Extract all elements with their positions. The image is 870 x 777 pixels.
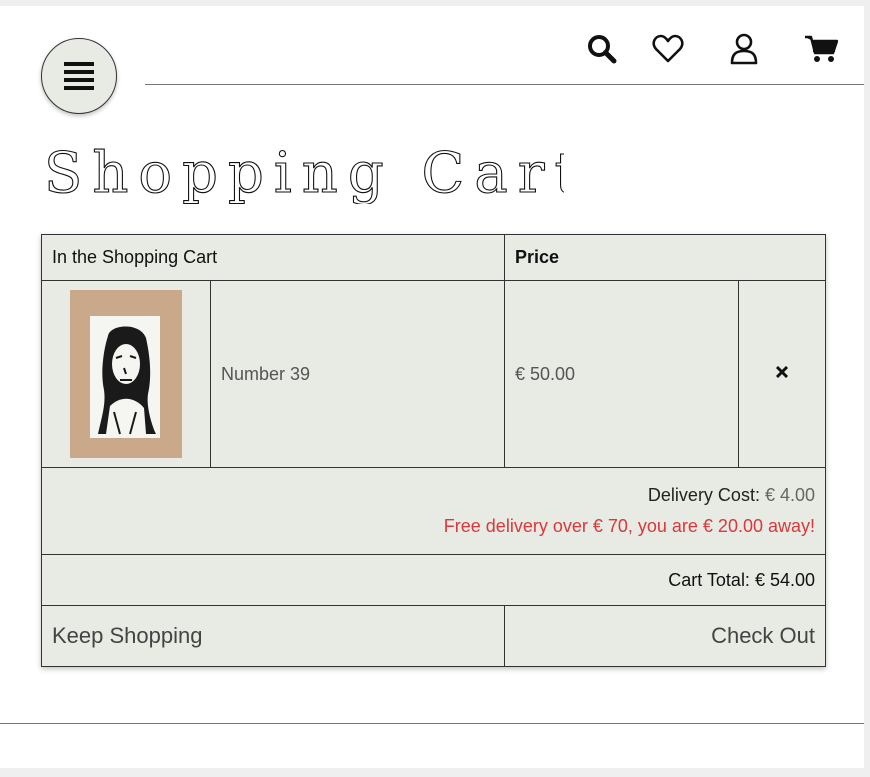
- search-icon: [588, 35, 617, 64]
- product-name[interactable]: Number 39: [210, 280, 505, 468]
- wishlist-button[interactable]: [651, 32, 685, 66]
- account-button[interactable]: [727, 32, 761, 66]
- page-title-text: Shopping Cart: [44, 141, 564, 204]
- cart-total-value: € 54.00: [754, 569, 816, 590]
- item-column-header: In the Shopping Cart: [41, 234, 505, 281]
- price-column-header: Price: [503, 234, 827, 281]
- heart-icon: [652, 34, 684, 63]
- free-delivery-notice: Free delivery over € 70, you are € 20.00…: [52, 516, 815, 537]
- cart-button[interactable]: [804, 32, 838, 66]
- footer-divider: [0, 723, 864, 724]
- page-title: Shopping Cart: [44, 140, 564, 204]
- product-price: € 50.00: [504, 280, 739, 468]
- cart-total-label: Cart Total:: [668, 569, 750, 590]
- product-image-cell: [41, 280, 211, 468]
- hamburger-icon: [64, 62, 94, 90]
- portrait-sketch: [98, 326, 156, 435]
- page: Shopping Cart In the Shopping Cart Price: [0, 6, 864, 768]
- total-row: Cart Total: € 54.00: [40, 554, 827, 606]
- check-out-link[interactable]: Check Out: [503, 605, 827, 667]
- cart-header-row: In the Shopping Cart Price: [41, 234, 827, 281]
- free-delivery-threshold: Free delivery over € 70: [443, 516, 628, 536]
- delivery-info: Delivery Cost: € 4.00 Free delivery over…: [40, 467, 827, 555]
- free-delivery-middle: , you are: [627, 516, 703, 536]
- delivery-row: Delivery Cost: € 4.00 Free delivery over…: [40, 467, 827, 555]
- free-delivery-amount: € 20.00: [702, 516, 763, 536]
- delivery-cost: Delivery Cost: € 4.00: [52, 485, 815, 506]
- search-button[interactable]: [585, 32, 619, 66]
- delivery-cost-label: Delivery Cost:: [647, 485, 760, 505]
- close-icon: [775, 365, 789, 378]
- cart-item-row: Number 39 € 50.00: [41, 280, 827, 468]
- product-image-card: [90, 316, 160, 438]
- actions-row: Keep Shopping Check Out: [41, 605, 827, 667]
- delivery-cost-value: € 4.00: [764, 485, 816, 505]
- cart-table: In the Shopping Cart Price Number 39 € 5…: [40, 234, 827, 667]
- cart-total: Cart Total: € 54.00: [40, 554, 827, 606]
- remove-item-button[interactable]: [737, 280, 827, 468]
- user-icon: [730, 33, 758, 65]
- free-delivery-suffix: away!: [762, 516, 816, 536]
- header-divider: [145, 84, 864, 85]
- keep-shopping-link[interactable]: Keep Shopping: [41, 605, 505, 667]
- menu-button[interactable]: [41, 38, 117, 114]
- cart-icon: [805, 35, 838, 62]
- product-image[interactable]: [70, 290, 182, 458]
